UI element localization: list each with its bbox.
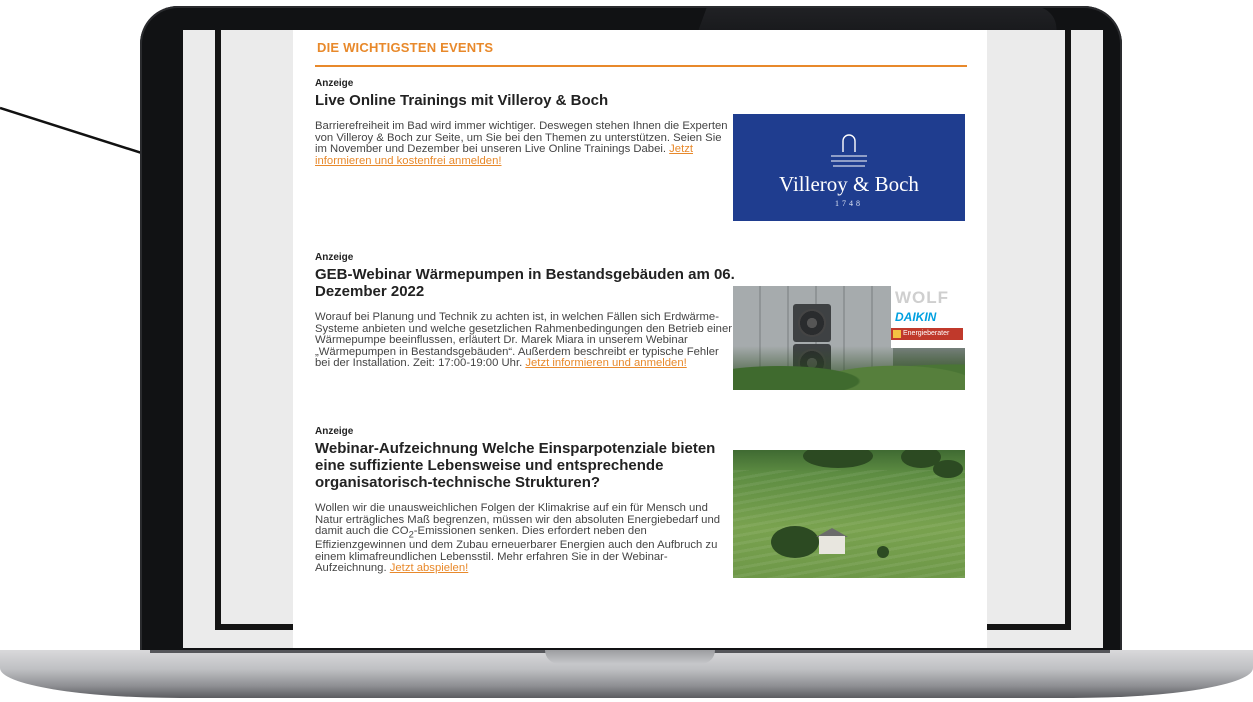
article-villeroy-boch: Anzeige Live Online Trainings mit Viller… (315, 78, 735, 167)
villeroy-boch-logo-year: 1748 (835, 199, 863, 208)
laptop-screen: DIE WICHTIGSTEN EVENTS Anzeige Live Onli… (183, 30, 1103, 648)
article-body: Worauf bei Planung und Technik zu achten… (315, 311, 735, 370)
ad-label: Anzeige (315, 252, 354, 263)
article-suffizienz-webinar: Anzeige Webinar-Aufzeichnung Welche Eins… (315, 426, 735, 575)
villeroy-boch-logo-text: Villeroy & Boch (779, 172, 919, 196)
article-headline[interactable]: Live Online Trainings mit Villeroy & Boc… (315, 92, 735, 109)
wolf-logo: WOLF (895, 288, 950, 307)
energieberater-logo: Energieberater (891, 328, 963, 340)
laptop-opening-notch (545, 650, 715, 664)
plants (733, 346, 965, 390)
tree (877, 546, 889, 558)
ad-label: Anzeige (315, 426, 354, 437)
villeroy-boch-banner[interactable]: Villeroy & Boch 1748 (733, 114, 965, 221)
house (819, 536, 845, 554)
article-body: Wollen wir die unausweichlichen Folgen d… (315, 502, 735, 575)
sponsor-logos: WOLF DAIKIN Energieberater (891, 286, 965, 348)
section-divider (315, 65, 967, 67)
heat-pump-image[interactable]: WOLF DAIKIN Energieberater (733, 286, 965, 390)
section-title: DIE WICHTIGSTEN EVENTS (317, 40, 494, 55)
field-rows (733, 470, 965, 578)
register-link[interactable]: Jetzt informieren und anmelden! (525, 357, 686, 370)
tree (771, 526, 819, 558)
ad-label: Anzeige (315, 78, 354, 89)
play-recording-link[interactable]: Jetzt abspielen! (390, 562, 469, 574)
article-headline[interactable]: GEB-Webinar Wärmepumpen in Bestandsgebäu… (315, 266, 735, 300)
energieberater-logo-text: Energieberater (903, 330, 950, 337)
daikin-logo: DAIKIN (895, 310, 937, 324)
fan-icon (798, 309, 826, 337)
newsletter-email[interactable]: DIE WICHTIGSTEN EVENTS Anzeige Live Onli… (293, 30, 987, 648)
villeroy-boch-logo-icon (831, 134, 867, 167)
green-field-image[interactable] (733, 450, 965, 578)
article-geb-webinar: Anzeige GEB-Webinar Wärmepumpen in Besta… (315, 252, 735, 370)
energieberater-icon (893, 330, 901, 338)
article-headline[interactable]: Webinar-Aufzeichnung Welche Einsparpoten… (315, 440, 735, 491)
article-body-text: Barrierefreiheit im Bad wird immer wicht… (315, 120, 728, 156)
tree (803, 450, 873, 468)
article-body: Barrierefreiheit im Bad wird immer wicht… (315, 120, 735, 167)
heat-pump-unit (793, 304, 831, 342)
tree (933, 460, 963, 478)
